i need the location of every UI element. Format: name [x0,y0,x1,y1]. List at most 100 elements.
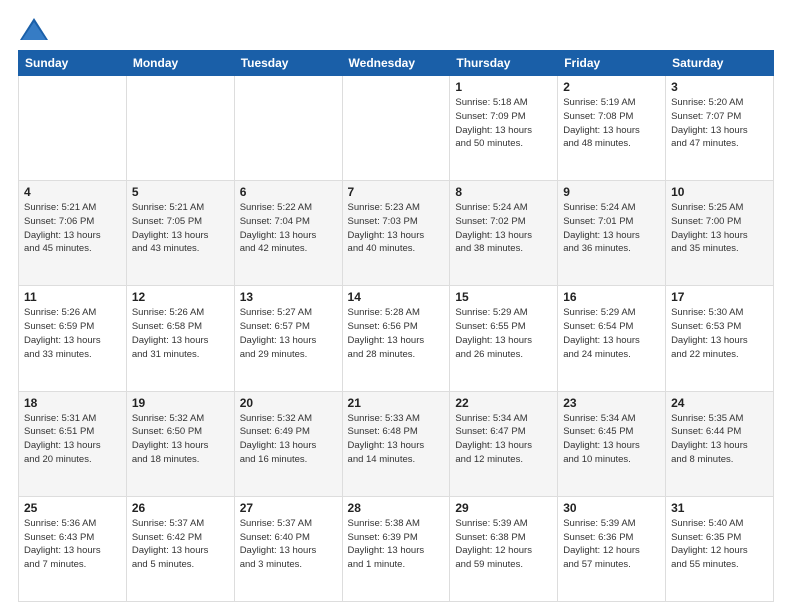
day-number: 2 [563,80,660,94]
day-info: Sunrise: 5:28 AM Sunset: 6:56 PM Dayligh… [348,306,445,361]
day-info: Sunrise: 5:26 AM Sunset: 6:59 PM Dayligh… [24,306,121,361]
day-info: Sunrise: 5:29 AM Sunset: 6:54 PM Dayligh… [563,306,660,361]
day-cell [342,76,450,181]
day-number: 5 [132,185,229,199]
weekday-saturday: Saturday [666,51,774,76]
day-cell: 5 Sunrise: 5:21 AM Sunset: 7:05 PM Daylig… [126,181,234,286]
day-cell: 22 Sunrise: 5:34 AM Sunset: 6:47 PM Dayli… [450,391,558,496]
day-info: Sunrise: 5:27 AM Sunset: 6:57 PM Dayligh… [240,306,337,361]
weekday-friday: Friday [558,51,666,76]
weekday-sunday: Sunday [19,51,127,76]
day-number: 25 [24,501,121,515]
day-cell: 19 Sunrise: 5:32 AM Sunset: 6:50 PM Dayli… [126,391,234,496]
day-info: Sunrise: 5:29 AM Sunset: 6:55 PM Dayligh… [455,306,552,361]
day-number: 14 [348,290,445,304]
day-cell: 17 Sunrise: 5:30 AM Sunset: 6:53 PM Dayli… [666,286,774,391]
day-cell: 29Sunrise: 5:39 AM Sunset: 6:38 PM Dayli… [450,496,558,601]
day-cell: 14 Sunrise: 5:28 AM Sunset: 6:56 PM Dayli… [342,286,450,391]
day-number: 31 [671,501,768,515]
weekday-tuesday: Tuesday [234,51,342,76]
day-info: Sunrise: 5:18 AM Sunset: 7:09 PM Dayligh… [455,96,552,151]
day-cell: 18Sunrise: 5:31 AM Sunset: 6:51 PM Dayli… [19,391,127,496]
day-number: 23 [563,396,660,410]
day-number: 30 [563,501,660,515]
day-info: Sunrise: 5:32 AM Sunset: 6:50 PM Dayligh… [132,412,229,467]
day-info: Sunrise: 5:21 AM Sunset: 7:05 PM Dayligh… [132,201,229,256]
day-cell: 20 Sunrise: 5:32 AM Sunset: 6:49 PM Dayli… [234,391,342,496]
day-info: Sunrise: 5:39 AM Sunset: 6:36 PM Dayligh… [563,517,660,572]
day-cell: 23Sunrise: 5:34 AM Sunset: 6:45 PM Dayli… [558,391,666,496]
day-number: 26 [132,501,229,515]
day-cell: 11 Sunrise: 5:26 AM Sunset: 6:59 PM Dayli… [19,286,127,391]
weekday-wednesday: Wednesday [342,51,450,76]
day-cell: 24 Sunrise: 5:35 AM Sunset: 6:44 PM Dayli… [666,391,774,496]
weekday-monday: Monday [126,51,234,76]
day-number: 27 [240,501,337,515]
day-info: Sunrise: 5:21 AM Sunset: 7:06 PM Dayligh… [24,201,121,256]
day-cell [126,76,234,181]
day-info: Sunrise: 5:26 AM Sunset: 6:58 PM Dayligh… [132,306,229,361]
day-cell: 6 Sunrise: 5:22 AM Sunset: 7:04 PM Daylig… [234,181,342,286]
day-number: 3 [671,80,768,94]
day-cell: 8 Sunrise: 5:24 AM Sunset: 7:02 PM Daylig… [450,181,558,286]
day-cell: 26 Sunrise: 5:37 AM Sunset: 6:42 PM Dayli… [126,496,234,601]
day-number: 24 [671,396,768,410]
day-cell: 16Sunrise: 5:29 AM Sunset: 6:54 PM Dayli… [558,286,666,391]
day-cell [234,76,342,181]
day-number: 4 [24,185,121,199]
day-number: 13 [240,290,337,304]
week-row-5: 25 Sunrise: 5:36 AM Sunset: 6:43 PM Dayli… [19,496,774,601]
day-info: Sunrise: 5:37 AM Sunset: 6:40 PM Dayligh… [240,517,337,572]
day-info: Sunrise: 5:40 AM Sunset: 6:35 PM Dayligh… [671,517,768,572]
week-row-2: 4 Sunrise: 5:21 AM Sunset: 7:06 PM Daylig… [19,181,774,286]
logo-icon [20,18,48,40]
day-number: 28 [348,501,445,515]
day-number: 29 [455,501,552,515]
day-number: 21 [348,396,445,410]
day-number: 17 [671,290,768,304]
week-row-4: 18Sunrise: 5:31 AM Sunset: 6:51 PM Dayli… [19,391,774,496]
day-info: Sunrise: 5:38 AM Sunset: 6:39 PM Dayligh… [348,517,445,572]
day-cell: 3Sunrise: 5:20 AM Sunset: 7:07 PM Daylig… [666,76,774,181]
day-number: 15 [455,290,552,304]
day-info: Sunrise: 5:22 AM Sunset: 7:04 PM Dayligh… [240,201,337,256]
day-info: Sunrise: 5:37 AM Sunset: 6:42 PM Dayligh… [132,517,229,572]
day-info: Sunrise: 5:25 AM Sunset: 7:00 PM Dayligh… [671,201,768,256]
day-cell: 21 Sunrise: 5:33 AM Sunset: 6:48 PM Dayli… [342,391,450,496]
day-number: 6 [240,185,337,199]
day-cell: 30 Sunrise: 5:39 AM Sunset: 6:36 PM Dayli… [558,496,666,601]
day-number: 9 [563,185,660,199]
calendar-table: SundayMondayTuesdayWednesdayThursdayFrid… [18,50,774,602]
day-cell [19,76,127,181]
weekday-thursday: Thursday [450,51,558,76]
day-number: 20 [240,396,337,410]
page: SundayMondayTuesdayWednesdayThursdayFrid… [0,0,792,612]
day-number: 22 [455,396,552,410]
day-info: Sunrise: 5:33 AM Sunset: 6:48 PM Dayligh… [348,412,445,467]
day-cell: 4 Sunrise: 5:21 AM Sunset: 7:06 PM Daylig… [19,181,127,286]
day-cell: 15 Sunrise: 5:29 AM Sunset: 6:55 PM Dayli… [450,286,558,391]
day-info: Sunrise: 5:24 AM Sunset: 7:02 PM Dayligh… [455,201,552,256]
day-info: Sunrise: 5:30 AM Sunset: 6:53 PM Dayligh… [671,306,768,361]
day-info: Sunrise: 5:36 AM Sunset: 6:43 PM Dayligh… [24,517,121,572]
day-number: 19 [132,396,229,410]
day-cell: 1Sunrise: 5:18 AM Sunset: 7:09 PM Daylig… [450,76,558,181]
day-info: Sunrise: 5:34 AM Sunset: 6:47 PM Dayligh… [455,412,552,467]
day-cell: 2 Sunrise: 5:19 AM Sunset: 7:08 PM Daylig… [558,76,666,181]
day-cell: 13 Sunrise: 5:27 AM Sunset: 6:57 PM Dayli… [234,286,342,391]
day-number: 8 [455,185,552,199]
day-number: 11 [24,290,121,304]
day-cell: 9 Sunrise: 5:24 AM Sunset: 7:01 PM Daylig… [558,181,666,286]
day-cell: 10Sunrise: 5:25 AM Sunset: 7:00 PM Dayli… [666,181,774,286]
day-number: 18 [24,396,121,410]
day-info: Sunrise: 5:35 AM Sunset: 6:44 PM Dayligh… [671,412,768,467]
day-cell: 12Sunrise: 5:26 AM Sunset: 6:58 PM Dayli… [126,286,234,391]
day-cell: 28 Sunrise: 5:38 AM Sunset: 6:39 PM Dayli… [342,496,450,601]
week-row-3: 11 Sunrise: 5:26 AM Sunset: 6:59 PM Dayli… [19,286,774,391]
day-cell: 7Sunrise: 5:23 AM Sunset: 7:03 PM Daylig… [342,181,450,286]
day-cell: 25 Sunrise: 5:36 AM Sunset: 6:43 PM Dayli… [19,496,127,601]
day-cell: 31 Sunrise: 5:40 AM Sunset: 6:35 PM Dayli… [666,496,774,601]
day-info: Sunrise: 5:19 AM Sunset: 7:08 PM Dayligh… [563,96,660,151]
day-info: Sunrise: 5:24 AM Sunset: 7:01 PM Dayligh… [563,201,660,256]
day-info: Sunrise: 5:32 AM Sunset: 6:49 PM Dayligh… [240,412,337,467]
